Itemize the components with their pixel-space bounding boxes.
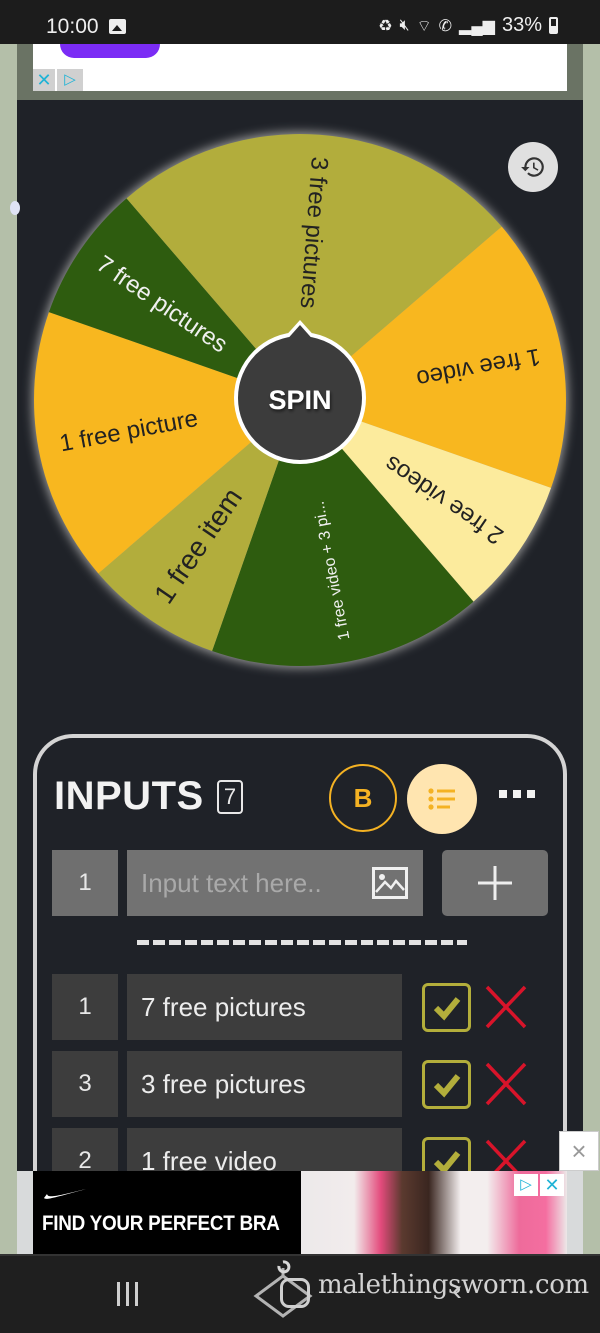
home-button[interactable] [280, 1278, 310, 1308]
check-icon [433, 996, 460, 1020]
inputs-count-badge: 7 [217, 780, 243, 814]
list-item: 1 7 free pictures [52, 974, 552, 1040]
spin-wheel[interactable]: 1 free video2 free videos1 free video + … [0, 0, 600, 720]
list-icon [428, 788, 455, 810]
more-icon-dot [513, 790, 521, 798]
spin-label: SPIN [268, 385, 331, 415]
separator [137, 940, 467, 945]
ad-close-icon[interactable]: ✕ [540, 1174, 564, 1196]
inputs-title: INPUTS [54, 774, 204, 818]
recent-apps-button[interactable] [117, 1282, 138, 1306]
wheel-container: 1 free video 2 free videos 1 free video + … [0, 0, 600, 720]
delete-icon[interactable] [484, 984, 528, 1030]
entry-text[interactable]: 3 free pictures [127, 1051, 402, 1117]
new-entry-row: 1 [52, 850, 552, 916]
plus-icon [478, 866, 512, 900]
history-icon [521, 157, 544, 177]
entry-weight[interactable]: 1 [52, 974, 118, 1040]
entry-text[interactable]: 7 free pictures [127, 974, 402, 1040]
more-icon-dot [499, 790, 507, 798]
entry-checkbox[interactable] [422, 983, 471, 1032]
entry-weight-value: 1 [78, 993, 92, 1020]
entry-weight-value: 3 [78, 1070, 92, 1097]
list-view-button[interactable] [407, 764, 477, 834]
entry-checkbox[interactable] [422, 1060, 471, 1109]
delete-icon[interactable] [484, 1061, 528, 1107]
list-item: 3 3 free pictures [52, 1051, 552, 1117]
ad-headline[interactable]: FIND YOUR PERFECT BRA [42, 1212, 280, 1236]
close-icon: × [571, 1135, 587, 1166]
check-icon [433, 1073, 460, 1097]
new-entry-weight-value: 1 [78, 869, 92, 896]
add-entry-button[interactable] [442, 850, 548, 916]
more-icon-dot [527, 790, 535, 798]
bold-label: B [353, 782, 373, 813]
image-icon[interactable] [372, 867, 408, 899]
back-button[interactable]: ‹ [452, 1274, 462, 1308]
ad-overlay-close-button[interactable]: × [559, 1131, 599, 1171]
adchoices-icon[interactable]: ▷ [514, 1174, 538, 1196]
nike-swoosh-icon [44, 1189, 86, 1199]
entry-weight[interactable]: 3 [52, 1051, 118, 1117]
bold-toggle-button[interactable]: B [329, 764, 397, 832]
history-button[interactable] [508, 142, 558, 192]
more-options-button[interactable] [499, 790, 535, 798]
new-entry-weight[interactable]: 1 [52, 850, 118, 916]
system-nav-bar: malethingsworn.com ‹ [0, 1254, 600, 1333]
